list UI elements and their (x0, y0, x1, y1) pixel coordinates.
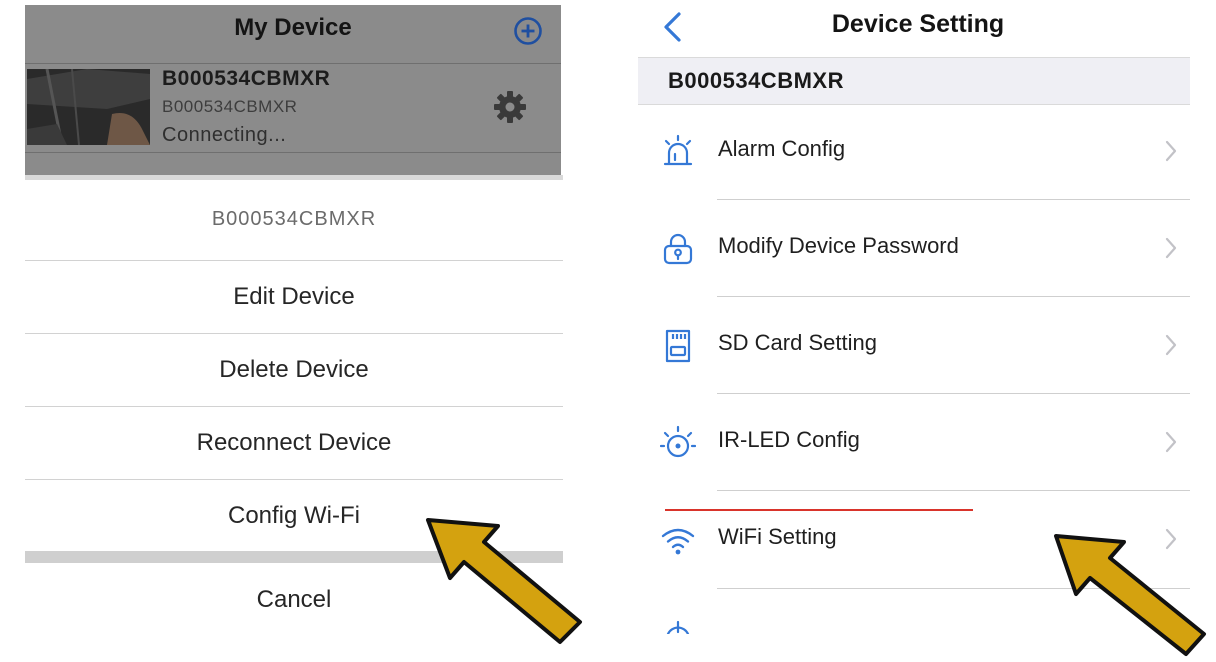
gear-icon[interactable] (493, 90, 527, 124)
sheet-divider (25, 479, 563, 480)
device-status: Connecting... (162, 124, 287, 146)
section-label: B000534CBMXR (668, 68, 844, 93)
alarm-config-label: Alarm Config (718, 136, 846, 161)
modify-password-label: Modify Device Password (718, 233, 959, 258)
sheet-divider (25, 406, 563, 407)
device-name: B000534CBMXR (162, 67, 331, 90)
row-divider (717, 393, 1190, 394)
camera-preview-image (27, 69, 150, 145)
chevron-right-icon (1165, 237, 1177, 259)
page-title: Device Setting (831, 10, 1005, 38)
wifi-setting-label: WiFi Setting (718, 524, 837, 549)
chevron-right-icon (1165, 334, 1177, 356)
page-title: My Device (234, 14, 352, 41)
alarm-config-row[interactable]: Alarm Config (638, 104, 1190, 200)
edit-device-button[interactable]: Edit Device (25, 283, 563, 311)
device-thumbnail[interactable] (27, 69, 150, 145)
header-divider (25, 63, 561, 64)
sheet-divider (25, 260, 563, 261)
row-divider (25, 152, 561, 153)
row-divider (717, 296, 1190, 297)
chevron-right-icon (1165, 140, 1177, 162)
sd-card-setting-label: SD Card Setting (718, 330, 877, 355)
sheet-top-edge (25, 175, 563, 180)
plus-circle-icon[interactable] (513, 16, 543, 46)
device-uid: B000534CBMXR (162, 97, 298, 116)
alarm-siren-icon (663, 134, 693, 166)
sd-card-setting-row[interactable]: SD Card Setting (638, 298, 1190, 394)
lock-icon (663, 233, 693, 265)
delete-device-button[interactable]: Delete Device (25, 356, 563, 384)
row-divider (717, 199, 1190, 200)
row-divider (717, 490, 1190, 491)
reconnect-device-button[interactable]: Reconnect Device (25, 429, 563, 457)
wifi-icon (661, 528, 695, 555)
pointer-arrow-icon (1054, 534, 1206, 656)
sheet-divider (25, 333, 563, 334)
action-sheet-title: B000534CBMXR (25, 208, 563, 231)
modify-password-row[interactable]: Modify Device Password (638, 201, 1190, 297)
chevron-right-icon (1165, 431, 1177, 453)
ir-led-icon (660, 425, 696, 458)
ir-led-config-label: IR-LED Config (718, 427, 860, 452)
sd-card-icon (665, 329, 691, 363)
ir-led-config-row[interactable]: IR-LED Config (638, 395, 1190, 491)
pointer-arrow-icon (426, 518, 582, 644)
power-icon (666, 620, 690, 634)
